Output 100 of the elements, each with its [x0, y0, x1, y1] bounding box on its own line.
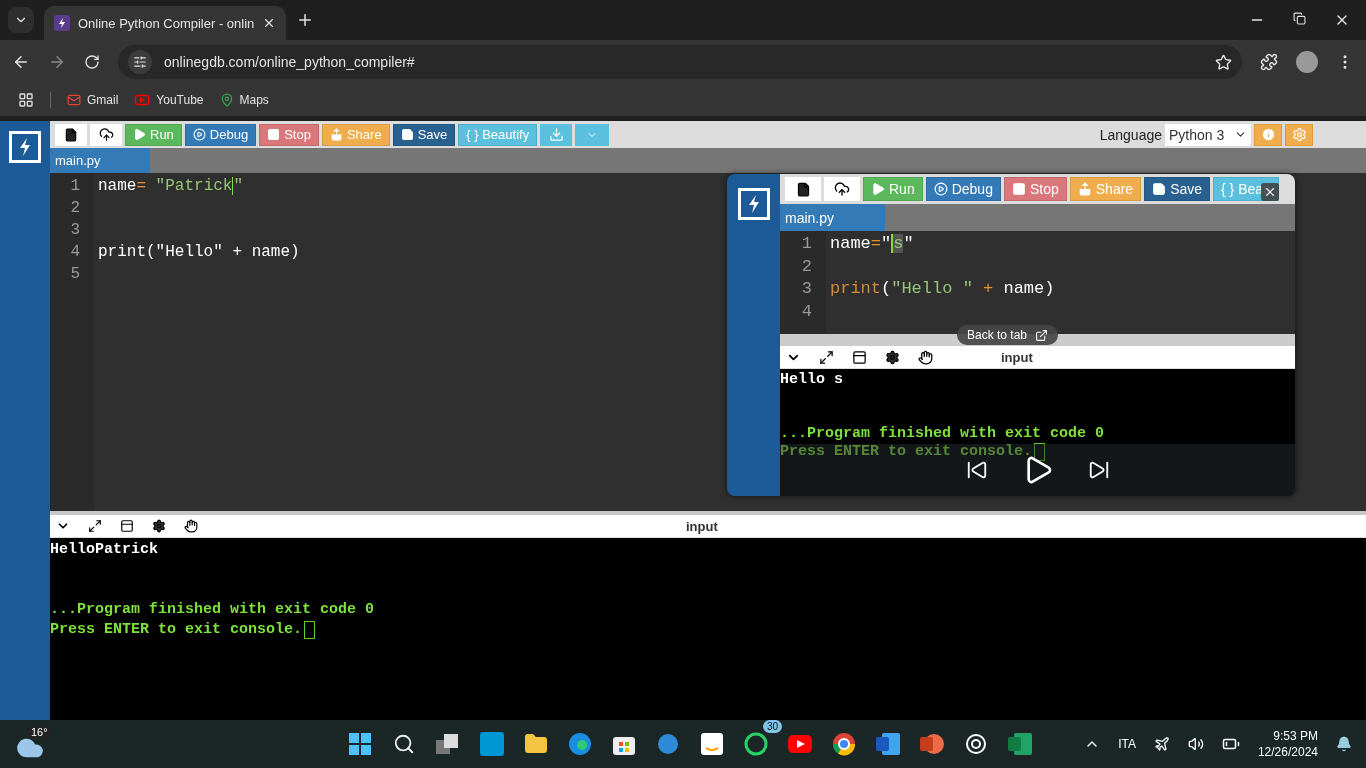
line-number: 4 — [800, 300, 813, 323]
site-icon — [54, 15, 70, 31]
debug-icon — [933, 182, 948, 196]
back-icon[interactable] — [12, 53, 30, 71]
apps-icon[interactable] — [18, 92, 34, 108]
expand-icon[interactable] — [819, 349, 834, 365]
stop-icon — [1011, 182, 1026, 196]
bookmark[interactable]: Gmail — [67, 93, 119, 107]
hand-icon[interactable] — [184, 519, 198, 533]
line-number: 2 — [800, 255, 813, 278]
volume-icon[interactable] — [1187, 736, 1204, 752]
layout-icon[interactable] — [852, 349, 867, 365]
logo-icon[interactable] — [9, 131, 41, 163]
file-tab[interactable]: main.py — [780, 204, 885, 231]
forward-icon[interactable] — [48, 53, 66, 71]
slides-icon[interactable] — [920, 732, 944, 756]
layout-icon[interactable] — [120, 519, 134, 533]
debug-button[interactable]: Debug — [184, 123, 257, 146]
url-text: onlinegdb.com/online_python_compiler# — [164, 54, 416, 70]
folder-icon[interactable] — [524, 732, 548, 756]
notification-badge: 30 — [762, 720, 782, 733]
document-icon[interactable] — [876, 733, 900, 755]
restore-icon[interactable] — [1293, 12, 1306, 25]
previous-icon[interactable] — [965, 459, 988, 481]
hand-icon[interactable] — [918, 349, 933, 365]
save-icon — [1152, 182, 1167, 196]
temperature-label[interactable]: 16° — [28, 726, 51, 738]
code-line: print("Hello" + name) — [98, 243, 300, 261]
new-file-button[interactable] — [785, 177, 821, 201]
sliders-icon — [133, 55, 147, 69]
line-number: 5 — [69, 264, 81, 285]
browser-icon[interactable] — [568, 732, 592, 756]
save-button[interactable]: Save — [1144, 177, 1211, 201]
bookmark[interactable]: Maps — [219, 93, 269, 107]
cursor-box — [1034, 443, 1046, 461]
upload-icon — [834, 181, 850, 197]
bell-icon[interactable] — [1336, 736, 1352, 752]
run-icon — [871, 182, 885, 196]
download-icon — [548, 127, 564, 142]
console-text: Press ENTER to exit console. — [780, 443, 1033, 461]
line-number: 4 — [69, 242, 81, 263]
clock[interactable]: 9:53 PM 12/26/2024 — [1257, 728, 1318, 760]
save-button[interactable]: Save — [392, 123, 456, 146]
file-tab[interactable]: main.py — [50, 148, 150, 173]
settings-icon[interactable] — [885, 349, 900, 365]
language-indicator[interactable]: ITA — [1118, 737, 1136, 751]
save-icon — [400, 128, 414, 141]
info-icon — [1260, 127, 1276, 142]
spreadsheet-icon[interactable] — [1008, 733, 1032, 755]
search-icon[interactable] — [393, 733, 415, 755]
settings-icon[interactable] — [152, 519, 166, 533]
line-number: 3 — [69, 220, 81, 241]
code-line: name="s" — [830, 234, 914, 253]
upload-button[interactable] — [90, 123, 122, 146]
browser-tab[interactable]: Online Python Compiler - onlin — [44, 6, 287, 40]
run-icon — [133, 128, 146, 141]
next-icon[interactable] — [1087, 459, 1110, 481]
console-text: Press ENTER to exit console. — [50, 620, 303, 640]
stop-icon — [267, 128, 281, 141]
bookmark[interactable]: YouTube — [134, 92, 204, 108]
knot-icon[interactable] — [964, 732, 988, 756]
airplane-icon[interactable] — [1153, 736, 1170, 752]
address-bar[interactable]: onlinegdb.com/online_python_compiler# — [118, 45, 1242, 79]
code-line: name= "Patrick" — [98, 177, 244, 195]
site-settings-button[interactable] — [128, 50, 152, 74]
extensions-icon[interactable] — [1260, 53, 1278, 71]
language-select[interactable]: Python 3 — [1165, 123, 1251, 146]
tab-list-button[interactable] — [8, 7, 34, 33]
cursor-box — [304, 621, 316, 639]
external-link-icon — [1035, 328, 1049, 342]
line-number: 3 — [800, 278, 813, 300]
logo-icon — [737, 188, 770, 220]
input-label: input — [686, 518, 718, 534]
language-label: Language — [1099, 126, 1162, 143]
code-line: print("Hello " + name) — [830, 279, 1055, 298]
debug-button[interactable]: Debug — [925, 177, 1001, 201]
file-icon — [64, 127, 78, 142]
console-text: ...Program finished with exit code 0 — [780, 425, 1105, 443]
mail-icon — [67, 93, 81, 107]
upload-icon — [98, 127, 114, 142]
settings-icon — [1291, 127, 1307, 142]
profile-avatar[interactable] — [1296, 51, 1318, 73]
browser-icon[interactable] — [832, 732, 856, 756]
console-text: HelloPatrick — [50, 540, 159, 560]
reload-icon[interactable] — [84, 54, 100, 70]
chat-icon[interactable] — [744, 732, 768, 756]
line-number: 1 — [69, 176, 81, 197]
back-to-tab-button[interactable]: Back to tab — [957, 325, 1059, 345]
line-number: 2 — [69, 198, 81, 219]
start-icon[interactable] — [349, 733, 371, 755]
line-number: 1 — [800, 233, 813, 255]
console-text: ...Program finished with exit code 0 — [50, 600, 375, 620]
star-icon[interactable] — [1215, 53, 1232, 71]
share-icon — [329, 128, 343, 141]
video-icon[interactable] — [788, 735, 812, 753]
file-icon — [795, 181, 811, 197]
new-file-button[interactable] — [55, 123, 87, 146]
upload-button[interactable] — [824, 177, 860, 201]
expand-icon[interactable] — [88, 519, 102, 533]
task-view-icon[interactable] — [436, 734, 460, 754]
